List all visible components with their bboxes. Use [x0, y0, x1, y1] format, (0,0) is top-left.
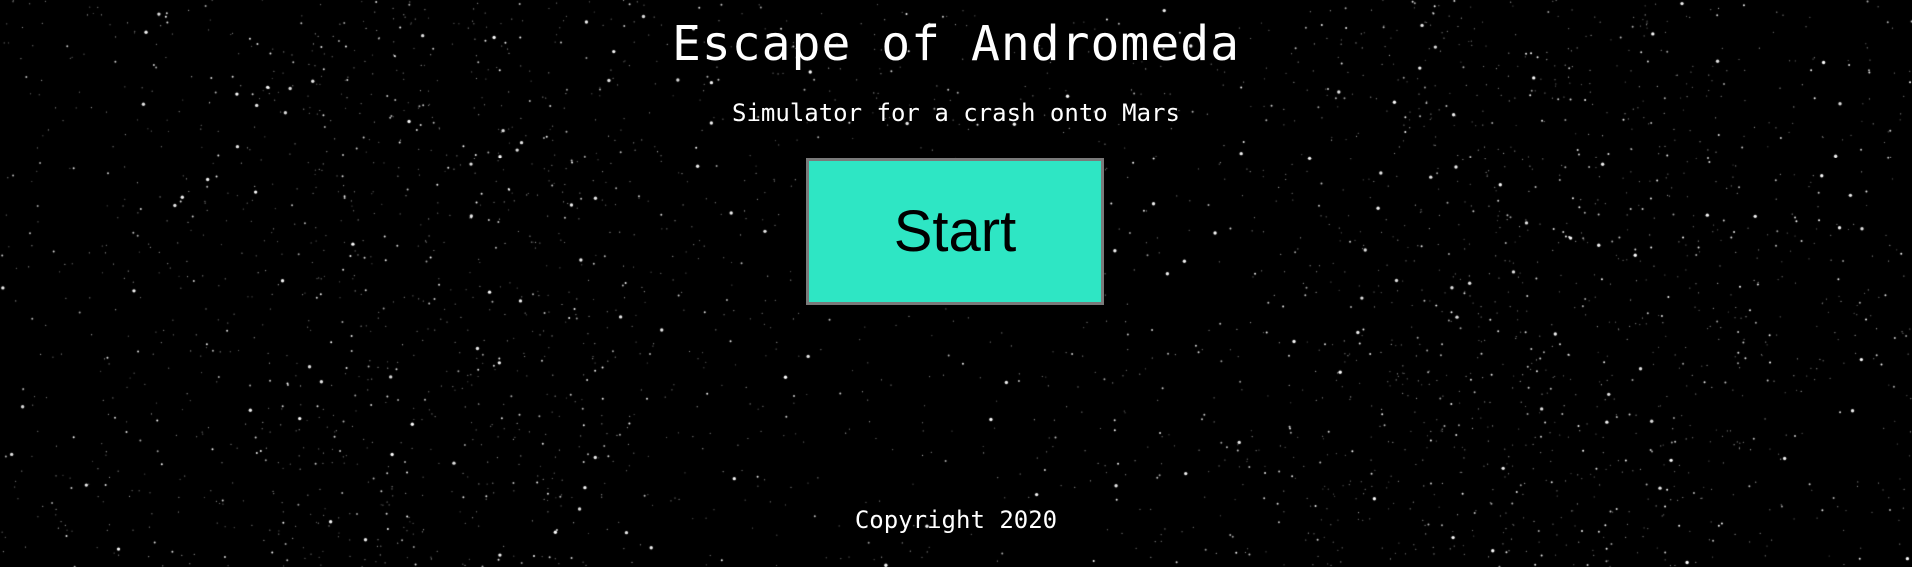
- game-title: Escape of Andromeda: [671, 16, 1241, 72]
- game-subtitle: Simulator for a crash onto Mars: [732, 99, 1180, 127]
- game-start-screen: Escape of Andromeda Simulator for a cras…: [0, 0, 1912, 567]
- start-button[interactable]: Start: [806, 158, 1104, 305]
- copyright-footer: Copyright 2020: [854, 506, 1058, 534]
